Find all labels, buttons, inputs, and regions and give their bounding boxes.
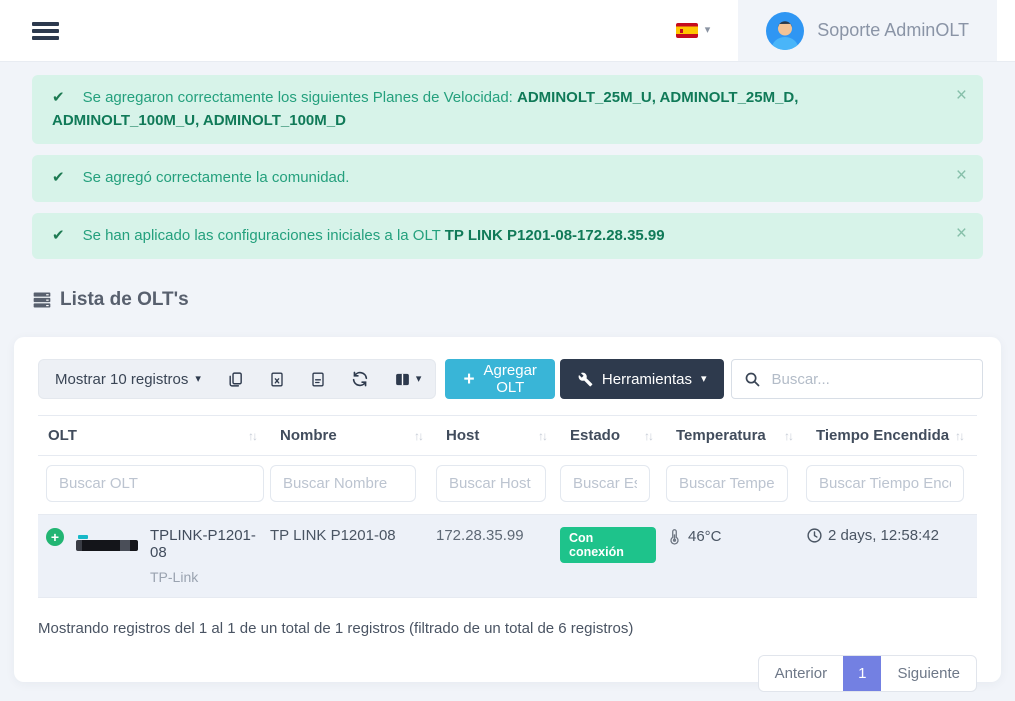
cell-tiempo-encendida: 2 days, 12:58:42	[828, 527, 939, 544]
olt-brand: TP-Link	[150, 569, 260, 585]
sort-icon: ↑↓	[248, 429, 260, 443]
hamburger-menu-icon[interactable]	[32, 19, 59, 43]
olt-table: OLT↑↓ Nombre↑↓ Host↑↓ Estado↑↓ Temperatu…	[38, 415, 977, 598]
filter-olt-input[interactable]	[46, 465, 264, 502]
user-menu[interactable]: Soporte AdminOLT	[738, 0, 997, 61]
caret-down-icon: ▾	[416, 374, 422, 385]
server-icon	[32, 290, 52, 310]
check-icon: ✔	[52, 227, 65, 244]
caret-down-icon: ▾	[705, 25, 711, 36]
cell-nombre: TP LINK P1201-08	[270, 515, 436, 598]
sort-icon: ↑↓	[784, 429, 796, 443]
alert-text: Se agregaron correctamente los siguiente…	[83, 89, 517, 106]
table-controls-group: Mostrar 10 registros ▾	[38, 359, 436, 399]
caret-down-icon: ▾	[701, 374, 707, 385]
top-navbar: ▾ Soporte AdminOLT	[0, 0, 1015, 62]
filter-temperatura-input[interactable]	[666, 465, 788, 502]
sort-icon: ↑↓	[538, 429, 550, 443]
success-alert: ✔ Se han aplicado las configuraciones ini…	[32, 213, 983, 260]
column-visibility-dropdown[interactable]: ▾	[394, 371, 422, 388]
plus-icon: +	[463, 370, 474, 389]
alert-text: Se han aplicado las configuraciones inic…	[83, 227, 445, 244]
sort-icon: ↑↓	[644, 429, 656, 443]
column-header-olt[interactable]: OLT↑↓	[38, 416, 270, 456]
clock-icon	[806, 527, 823, 544]
refresh-icon[interactable]	[351, 370, 369, 388]
tools-dropdown-button[interactable]: Herramientas ▾	[560, 359, 725, 399]
column-header-estado[interactable]: Estado↑↓	[560, 416, 666, 456]
close-icon[interactable]: ×	[956, 164, 967, 189]
cell-host: 172.28.35.99	[436, 515, 560, 598]
page-title: Lista de OLT's	[60, 289, 189, 311]
olt-list-card: Mostrar 10 registros ▾	[14, 337, 1001, 682]
wrench-icon	[578, 372, 593, 387]
column-header-tiempo-encendida[interactable]: Tiempo Encendida↑↓	[806, 416, 977, 456]
filter-nombre-input[interactable]	[270, 465, 416, 502]
thermometer-icon	[666, 527, 683, 546]
export-excel-icon[interactable]	[269, 370, 285, 389]
check-icon: ✔	[52, 89, 65, 106]
copy-icon[interactable]	[227, 370, 244, 389]
filter-estado-input[interactable]	[560, 465, 650, 502]
success-alert: ✔ Se agregaron correctamente los siguient…	[32, 75, 983, 144]
filter-host-input[interactable]	[436, 465, 546, 502]
add-olt-label: Agregar OLT	[484, 362, 537, 396]
export-file-icon[interactable]	[310, 370, 326, 389]
search-input[interactable]	[771, 371, 970, 388]
alert-bold-text: TP LINK P1201-08-172.28.35.99	[445, 227, 665, 244]
show-entries-dropdown[interactable]: Mostrar 10 registros ▾	[55, 371, 201, 388]
language-dropdown[interactable]: ▾	[676, 23, 711, 38]
close-icon[interactable]: ×	[956, 84, 967, 109]
search-icon	[744, 371, 761, 388]
sort-icon: ↑↓	[414, 429, 426, 443]
column-header-host[interactable]: Host↑↓	[436, 416, 560, 456]
alert-text: Se agregó correctamente la comunidad.	[83, 169, 350, 186]
pagination: Anterior 1 Siguiente	[758, 655, 977, 692]
global-search	[731, 359, 983, 399]
sort-icon: ↑↓	[955, 429, 967, 443]
spain-flag-icon	[676, 23, 698, 38]
add-olt-button[interactable]: + Agregar OLT	[445, 359, 554, 399]
olt-name: TPLINK-P1201-08	[150, 527, 260, 561]
table-summary: Mostrando registros del 1 al 1 de un tot…	[38, 620, 977, 637]
caret-down-icon: ▾	[195, 374, 201, 385]
column-header-temperatura[interactable]: Temperatura↑↓	[666, 416, 806, 456]
pagination-next[interactable]: Siguiente	[881, 656, 976, 691]
show-entries-label: Mostrar 10 registros	[55, 371, 188, 388]
expand-row-icon[interactable]: +	[46, 528, 64, 546]
status-badge: Con conexión	[560, 527, 656, 563]
avatar	[766, 12, 804, 50]
pagination-page-1[interactable]: 1	[843, 656, 881, 691]
olt-device-image	[76, 535, 138, 551]
table-row: + TPLINK-P1201-08 TP-Link TP LINK P1201-…	[38, 515, 977, 598]
success-alert: ✔ Se agregó correctamente la comunidad. ×	[32, 155, 983, 202]
check-icon: ✔	[52, 169, 65, 186]
close-icon[interactable]: ×	[956, 222, 967, 247]
filter-tiempo-input[interactable]	[806, 465, 964, 502]
pagination-prev[interactable]: Anterior	[759, 656, 844, 691]
tools-label: Herramientas	[602, 371, 692, 388]
cell-temperatura: 46°C	[688, 528, 722, 545]
user-name: Soporte AdminOLT	[817, 20, 969, 41]
column-header-nombre[interactable]: Nombre↑↓	[270, 416, 436, 456]
